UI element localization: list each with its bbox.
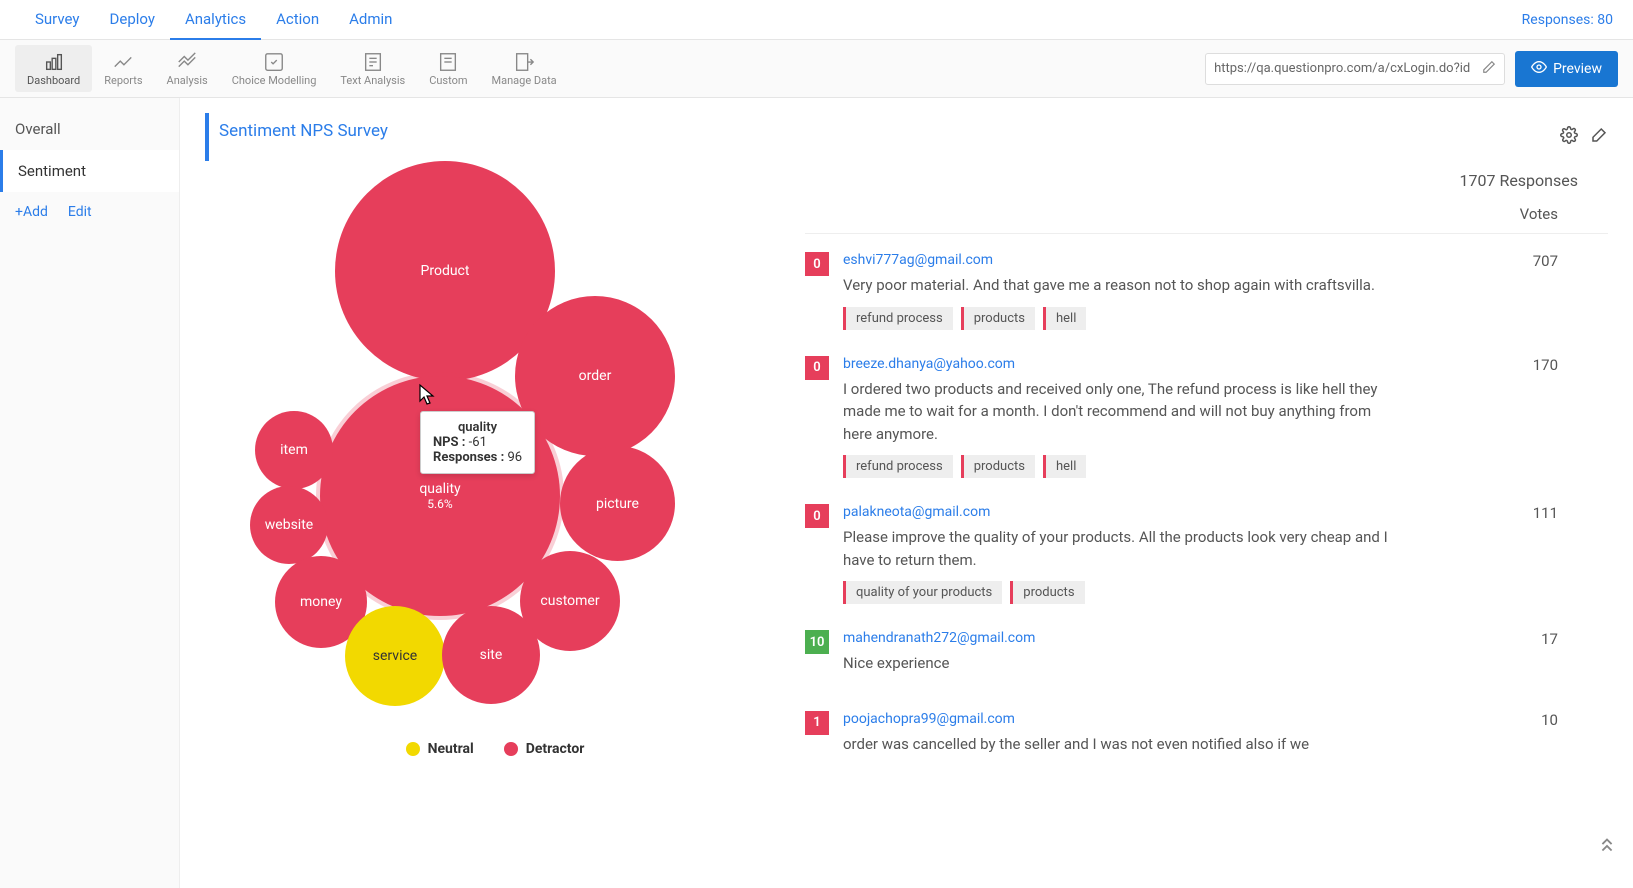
- tag[interactable]: hell: [1043, 307, 1086, 330]
- scroll-top-button[interactable]: [1596, 834, 1618, 860]
- votes-header: Votes: [805, 205, 1608, 234]
- legend-detractor: Detractor: [504, 741, 585, 757]
- tag[interactable]: refund process: [843, 455, 953, 478]
- bubble-service[interactable]: service: [345, 606, 445, 706]
- export-icon: [512, 50, 536, 74]
- sidebar: OverallSentiment +Add Edit: [0, 98, 180, 888]
- bubble-order[interactable]: order: [515, 296, 675, 456]
- score-badge: 0: [805, 356, 829, 380]
- bubble-website[interactable]: website: [250, 486, 328, 564]
- response-text: Very poor material. And that gave me a r…: [843, 274, 1393, 297]
- sidebar-item-sentiment[interactable]: Sentiment: [0, 150, 179, 192]
- content-area: Sentiment NPS Survey Productquality5.6%o…: [180, 98, 1633, 888]
- edit-link[interactable]: Edit: [68, 204, 92, 220]
- top-nav: SurveyDeployAnalyticsActionAdmin Respons…: [0, 0, 1633, 40]
- vote-count: 10: [1528, 711, 1588, 766]
- survey-title: Sentiment NPS Survey: [205, 113, 388, 161]
- nav-analytics[interactable]: Analytics: [170, 0, 261, 40]
- vote-count: 707: [1528, 252, 1588, 330]
- wand-icon[interactable]: [1590, 126, 1608, 148]
- toolbar-reports[interactable]: Reports: [92, 45, 154, 92]
- bubble-item[interactable]: item: [255, 411, 333, 489]
- add-link[interactable]: +Add: [15, 204, 48, 220]
- bubble-site[interactable]: site: [442, 606, 540, 704]
- toolbar-custom[interactable]: Custom: [417, 45, 479, 92]
- toolbar-text-analysis[interactable]: Text Analysis: [328, 45, 417, 92]
- tag[interactable]: products: [961, 307, 1035, 330]
- bubble-tooltip: qualityNPS : -61Responses : 96: [420, 411, 535, 474]
- tag[interactable]: products: [961, 455, 1035, 478]
- cursor-icon: [418, 383, 436, 411]
- sidebar-item-overall[interactable]: Overall: [0, 108, 179, 150]
- response-list: 0 eshvi777ag@gmail.com Very poor material.…: [805, 234, 1608, 773]
- nav-survey[interactable]: Survey: [20, 0, 95, 40]
- response-item: 10 mahendranath272@gmail.com Nice experien…: [805, 612, 1588, 693]
- response-text: Nice experience: [843, 652, 1393, 675]
- responses-count: Responses: 80: [1522, 12, 1613, 28]
- toolbar-choice-modelling[interactable]: Choice Modelling: [220, 45, 329, 92]
- doc-icon: [111, 50, 135, 74]
- toolbar-manage-data[interactable]: Manage Data: [480, 45, 569, 92]
- tag[interactable]: refund process: [843, 307, 953, 330]
- tag[interactable]: hell: [1043, 455, 1086, 478]
- bar-icon: [42, 50, 66, 74]
- edit-icon[interactable]: [1482, 60, 1496, 78]
- nav-admin[interactable]: Admin: [334, 0, 407, 40]
- toolbar-dashboard[interactable]: Dashboard: [15, 45, 92, 92]
- legend-neutral: Neutral: [406, 741, 474, 757]
- choice-icon: [262, 50, 286, 74]
- tag[interactable]: products: [1010, 581, 1084, 604]
- score-badge: 0: [805, 252, 829, 276]
- response-email[interactable]: mahendranath272@gmail.com: [843, 630, 1035, 646]
- toolbar: DashboardReportsAnalysisChoice Modelling…: [0, 40, 1633, 98]
- response-email[interactable]: palakneota@gmail.com: [843, 504, 990, 520]
- response-item: 0 palakneota@gmail.com Please improve the …: [805, 486, 1588, 612]
- score-badge: 10: [805, 630, 829, 654]
- response-email[interactable]: breeze.dhanya@yahoo.com: [843, 356, 1015, 372]
- vote-count: 170: [1528, 356, 1588, 479]
- custom-icon: [436, 50, 460, 74]
- nav-deploy[interactable]: Deploy: [95, 0, 170, 40]
- gear-icon[interactable]: [1560, 126, 1578, 148]
- eye-icon: [1531, 59, 1547, 79]
- response-item: 0 eshvi777ag@gmail.com Very poor material.…: [805, 234, 1588, 338]
- score-badge: 0: [805, 504, 829, 528]
- response-text: order was cancelled by the seller and I …: [843, 733, 1393, 756]
- toolbar-analysis[interactable]: Analysis: [155, 45, 220, 92]
- preview-label: Preview: [1553, 61, 1602, 77]
- response-text: Please improve the quality of your produ…: [843, 526, 1393, 571]
- vote-count: 111: [1528, 504, 1588, 604]
- url-box[interactable]: [1205, 53, 1505, 85]
- bubble-chart[interactable]: Productquality5.6%orderitemwebsitepictur…: [205, 161, 765, 731]
- tag[interactable]: quality of your products: [843, 581, 1002, 604]
- vote-count: 17: [1528, 630, 1588, 685]
- response-item: 1 poojachopra99@gmail.com order was cancel…: [805, 693, 1588, 774]
- response-email[interactable]: eshvi777ag@gmail.com: [843, 252, 993, 268]
- responses-total: 1707 Responses: [805, 161, 1608, 205]
- bubble-picture[interactable]: picture: [560, 446, 675, 561]
- response-text: I ordered two products and received only…: [843, 378, 1393, 446]
- response-email[interactable]: poojachopra99@gmail.com: [843, 711, 1015, 727]
- score-badge: 1: [805, 711, 829, 735]
- text-icon: [361, 50, 385, 74]
- legend: Neutral Detractor: [205, 731, 785, 767]
- url-input[interactable]: [1214, 61, 1476, 76]
- response-item: 0 breeze.dhanya@yahoo.com I ordered two pr…: [805, 338, 1588, 487]
- nav-action[interactable]: Action: [261, 0, 334, 40]
- preview-button[interactable]: Preview: [1515, 51, 1618, 87]
- line-icon: [175, 50, 199, 74]
